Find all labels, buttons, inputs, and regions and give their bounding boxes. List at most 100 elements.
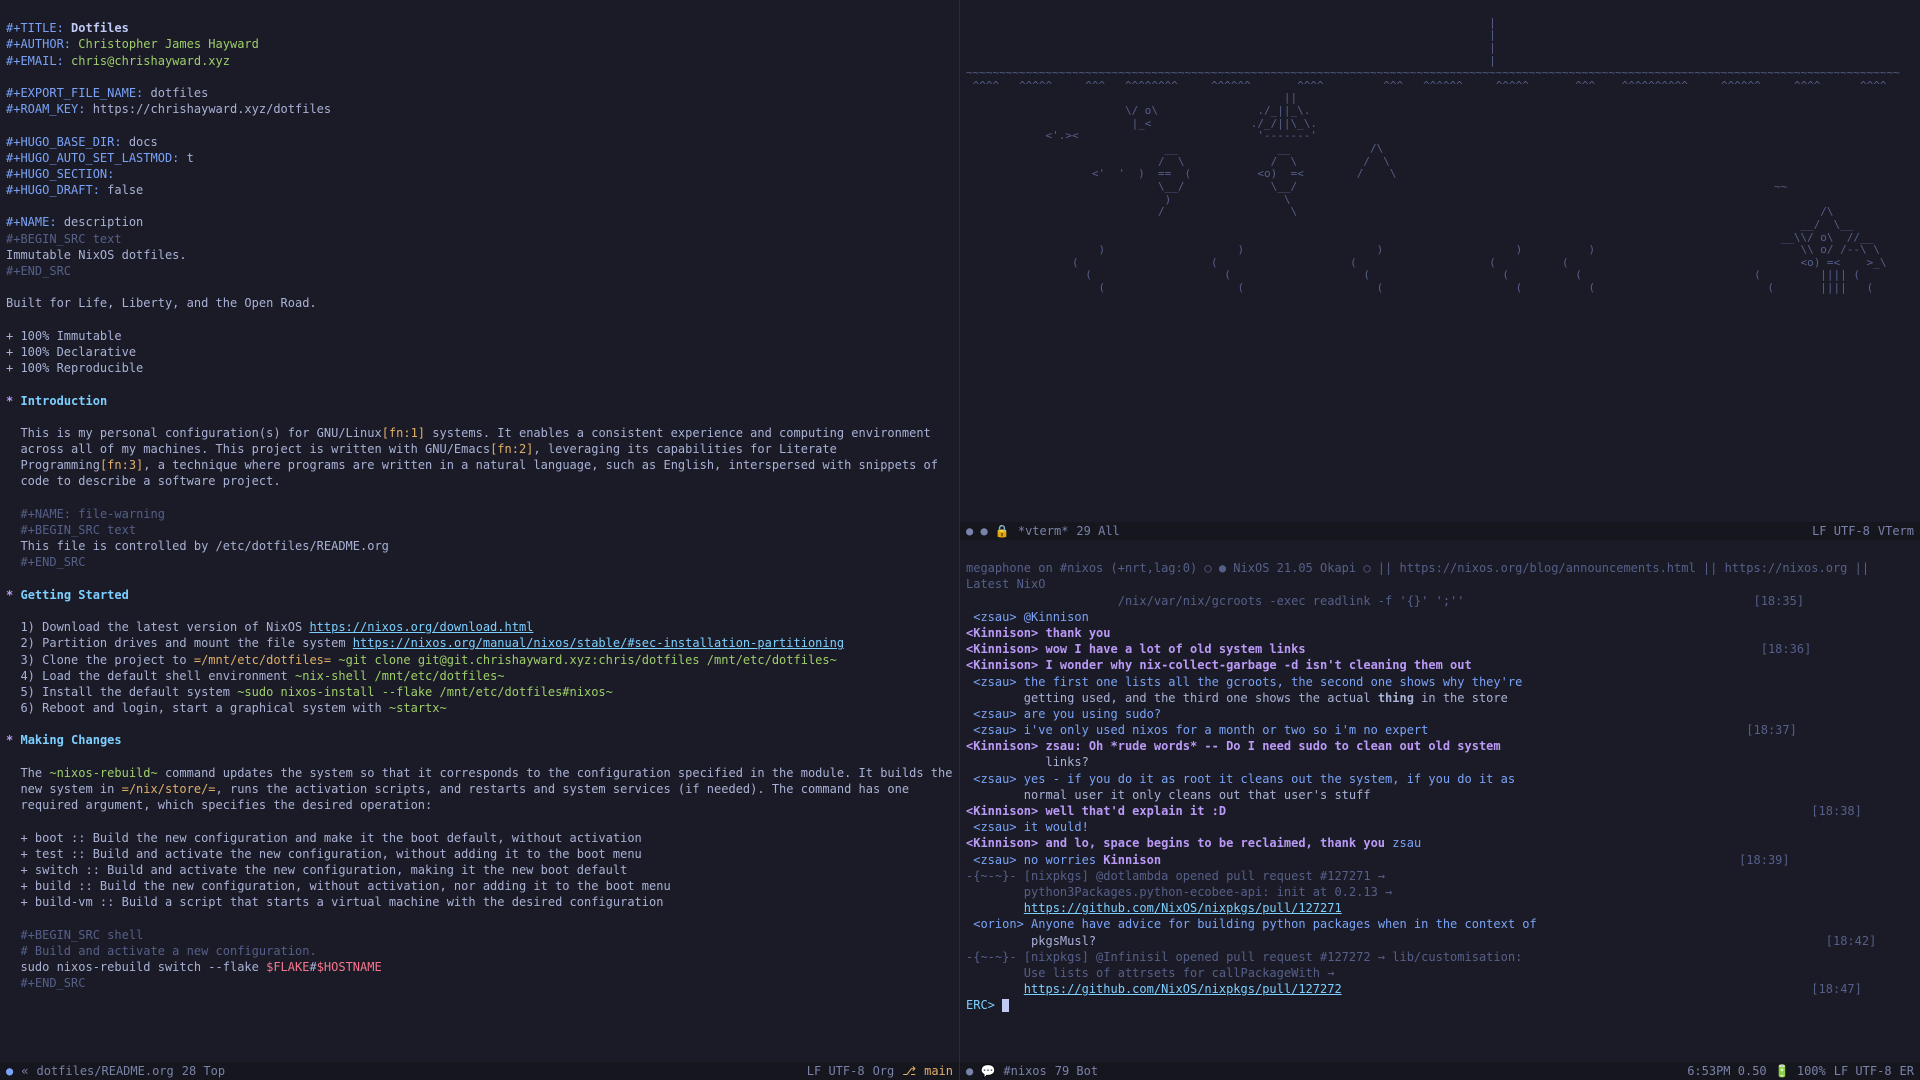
irc-line: <zsau> the first one lists all the gcroo… <box>966 675 1522 689</box>
fn3[interactable]: [fn:3] <box>100 458 143 472</box>
mc-p1b: ~nixos-rebuild~ <box>49 766 157 780</box>
ascii-line: \__/ \__/ ~~ <box>966 180 1787 193</box>
gs3b: =/mnt/etc/dotfiles= <box>194 653 331 667</box>
gs6a: 6) Reboot and login, start a graphical s… <box>20 701 388 715</box>
gs1a: 1) Download the latest version of NixOS <box>20 620 309 634</box>
email-val: chris@chrishayward.xyz <box>71 54 230 68</box>
gs2-url[interactable]: https://nixos.org/manual/nixos/stable/#s… <box>353 636 844 650</box>
export-key: #+EXPORT_FILE_NAME: <box>6 86 143 100</box>
irc-modeline: ● 💬 #nixos 79 Bot 6:53PM 0.50 🔋 100% LF … <box>960 1062 1920 1080</box>
tagline: Built for Life, Liberty, and the Open Ro… <box>6 296 317 310</box>
name-fw-val: file-warning <box>78 507 165 521</box>
modeline-encoding: LF UTF-8 <box>1834 1063 1892 1079</box>
gs1-url[interactable]: https://nixos.org/download.html <box>309 620 533 634</box>
editor-content[interactable]: #+TITLE: Dotfiles #+AUTHOR: Christopher … <box>0 0 959 1062</box>
ascii-line: ( ( ( ( ( <o) =< >_\ <box>966 256 1887 269</box>
ascii-line: __/ \__ <box>966 218 1853 231</box>
battery-icon: 🔋 100% <box>1775 1063 1826 1079</box>
gs6b: ~startx~ <box>389 701 447 715</box>
irc-ts: [18:36] <box>1761 642 1812 656</box>
ascii-line: |_< ./_/||\_\. <box>966 117 1317 130</box>
gs4b: ~nix-shell /mnt/etc/dotfiles~ <box>295 669 505 683</box>
ascii-line: ) \ <box>966 193 1291 206</box>
irc-pr-url[interactable]: https://github.com/NixOS/nixpkgs/pull/12… <box>1024 901 1342 915</box>
export-val: dotfiles <box>151 86 209 100</box>
modeline-chev-icon: « <box>21 1063 28 1079</box>
mc-p1a: The <box>20 766 49 780</box>
fn2[interactable]: [fn:2] <box>490 442 533 456</box>
modeline-encoding: LF UTF-8 <box>807 1063 865 1079</box>
irc-topic: megaphone on #nixos (+nrt,lag:0) ○ ● Nix… <box>966 561 1876 591</box>
ascii-line: ) ) ) ) ) \\ o/ /--\ \ <box>966 243 1880 256</box>
ascii-line: ~~~~~~~~~~~~~~~~~~~~~~~~~~~~~~~~~~~~~~~~… <box>966 66 1900 79</box>
intro-p2b: , leveraging its capabilities for Litera… <box>533 442 836 456</box>
irc-line: <Kinnison> well that'd explain it :D <box>966 804 1226 818</box>
irc-bot-line: Use lists of attrsets for callPackageWit… <box>966 966 1334 980</box>
sh-host: $HOSTNAME <box>317 960 382 974</box>
irc-line: <zsau> i've only used nixos for a month … <box>966 723 1428 737</box>
ascii-line: __ __ /\ <box>966 142 1383 155</box>
intro-p3a: Programming <box>20 458 99 472</box>
bullet-2: + 100% Declarative <box>6 345 136 359</box>
hugo-base-val: docs <box>129 135 158 149</box>
irc-cursor[interactable] <box>1002 999 1009 1012</box>
irc-line: <zsau> it would! <box>966 820 1089 834</box>
mc-p1c: command updates the system so that it co… <box>158 766 953 780</box>
branch-icon: ⎇ <box>902 1063 916 1079</box>
begin-src-shell: #+BEGIN_SRC shell <box>20 928 143 942</box>
modeline-icons: ● 💬 <box>966 1063 995 1079</box>
heading-getting: Getting Started <box>20 588 128 602</box>
modeline-buffer-name: *vterm* <box>1018 523 1069 539</box>
irc-line: <zsau> @Kinnison <box>966 610 1089 624</box>
heading-making: Making Changes <box>20 733 121 747</box>
ascii-line: | <box>966 54 1496 67</box>
irc-line: <orion> Anyone have advice for building … <box>966 917 1537 931</box>
sh-hash: # <box>309 960 316 974</box>
intro-p1b: systems. It enables a consistent experie… <box>425 426 931 440</box>
mc-p2b: =/nix/store/= <box>122 782 216 796</box>
hugo-draft-val: false <box>107 183 143 197</box>
irc-pr-url[interactable]: https://github.com/NixOS/nixpkgs/pull/12… <box>1024 982 1342 996</box>
fn1[interactable]: [fn:1] <box>382 426 425 440</box>
author-val: Christopher James Hayward <box>78 37 259 51</box>
name-desc-val: description <box>64 215 143 229</box>
irc-line: <Kinnison> wow I have a lot of old syste… <box>966 642 1306 656</box>
gs3a: 3) Clone the project to <box>20 653 193 667</box>
heading-star: * <box>6 733 13 747</box>
editor-modeline: ● « dotfiles/README.org 28 Top LF UTF-8 … <box>0 1062 959 1080</box>
irc-content[interactable]: megaphone on #nixos (+nrt,lag:0) ○ ● Nix… <box>960 540 1920 1062</box>
intro-p2a: across all of my machines. This project … <box>20 442 490 456</box>
modeline-major-mode: VTerm <box>1878 523 1914 539</box>
name-fw-key: #+NAME: <box>20 507 71 521</box>
irc-ts: [18:35] <box>1753 594 1804 608</box>
sh-line-a: sudo nixos-rebuild switch --flake <box>20 960 266 974</box>
ascii-line: / \ /\ <box>966 205 1834 218</box>
heading-intro: Introduction <box>20 394 107 408</box>
modeline-icons: ● ● 🔒 <box>966 523 1010 539</box>
irc-line: <zsau> are you using sudo? <box>966 707 1161 721</box>
irc-ts: [18:37] <box>1746 723 1797 737</box>
bullet-3: + 100% Reproducible <box>6 361 143 375</box>
irc-line: <Kinnison> thank you <box>966 626 1111 640</box>
irc-ts: [18:42] <box>1826 934 1877 948</box>
hugo-section-key: #+HUGO_SECTION: <box>6 167 114 181</box>
irc-prompt[interactable]: ERC> <box>966 998 1002 1012</box>
modeline-major-mode: ER <box>1900 1063 1914 1079</box>
irc-line: <Kinnison> and lo, space begins to be re… <box>966 836 1421 850</box>
gs4a: 4) Load the default shell environment <box>20 669 295 683</box>
modeline-time: 6:53PM 0.50 <box>1687 1063 1766 1079</box>
vterm-content[interactable]: | | | <box>960 0 1920 522</box>
ascii-line: <' ' ) == ( <o) =< / \ <box>966 167 1396 180</box>
ascii-line: / \ / \ / \ <box>966 155 1390 168</box>
intro-p4: code to describe a software project. <box>20 474 280 488</box>
modeline-encoding: LF UTF-8 <box>1812 523 1870 539</box>
mc-p2c: , runs the activation scripts, and resta… <box>216 782 910 796</box>
modeline-buffer-name: #nixos <box>1003 1063 1046 1079</box>
ascii-line: | <box>966 41 1496 54</box>
hugo-base-key: #+HUGO_BASE_DIR: <box>6 135 122 149</box>
irc-line: links? <box>966 755 1089 769</box>
begin-src-2: #+BEGIN_SRC text <box>20 523 136 537</box>
irc-ts: [18:47] <box>1811 982 1862 996</box>
intro-p3b: , a technique where programs are written… <box>143 458 938 472</box>
heading-star: * <box>6 588 13 602</box>
